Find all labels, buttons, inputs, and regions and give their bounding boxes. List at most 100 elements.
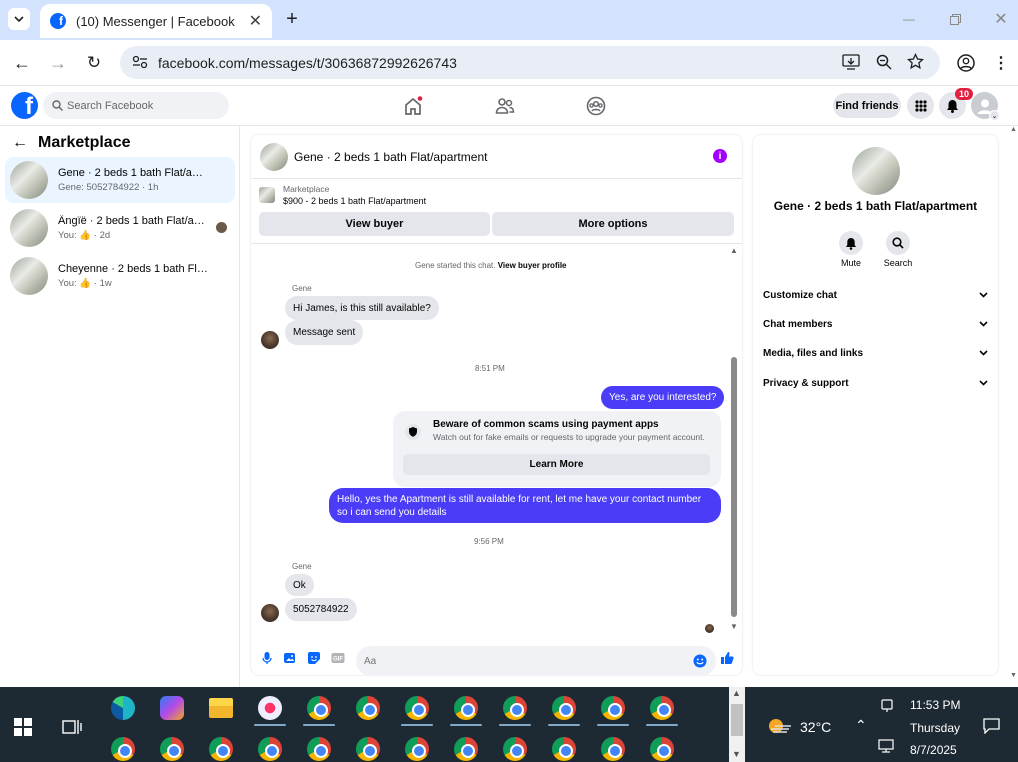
chrome-profile-icon[interactable] — [454, 696, 478, 720]
chrome-profile-icon[interactable] — [601, 696, 625, 720]
network-icon[interactable] — [878, 739, 894, 753]
clock-time[interactable]: 11:53 PM — [910, 698, 960, 712]
conversation-name: Gene · 2 beds 1 bath Flat/apartment — [58, 167, 208, 179]
search-conversation-button[interactable] — [886, 231, 910, 255]
scroll-up-arrow[interactable]: ▲ — [1010, 126, 1017, 133]
forward-button[interactable]: → — [48, 53, 68, 73]
scroll-down-arrow[interactable]: ▼ — [732, 749, 741, 759]
running-indicator — [499, 724, 531, 726]
notifications-button[interactable]: 10 — [939, 88, 974, 119]
conversation-item[interactable]: Gene · 2 beds 1 bath Flat/apartment Gene… — [5, 157, 235, 203]
microphone-icon[interactable] — [260, 651, 274, 665]
chrome-profile-icon[interactable] — [454, 737, 478, 761]
bookmark-star-icon[interactable] — [907, 53, 924, 70]
scroll-up-arrow[interactable]: ▲ — [730, 246, 738, 255]
customize-chat-section[interactable]: Customize chat — [763, 285, 988, 305]
scroll-up-arrow[interactable]: ▲ — [732, 688, 741, 698]
restore-button[interactable] — [946, 10, 964, 28]
weather-sun-icon[interactable] — [767, 717, 793, 735]
chat-title[interactable]: Gene · 2 beds 1 bath Flat/apartment — [294, 150, 487, 164]
friends-icon[interactable] — [495, 96, 515, 116]
facebook-logo-icon[interactable]: f — [11, 92, 38, 119]
sticker-icon[interactable] — [307, 651, 321, 665]
chrome-profile-icon[interactable] — [552, 737, 576, 761]
account-avatar-button[interactable]: ⌄ — [971, 92, 1000, 121]
minimize-button[interactable]: — — [900, 10, 918, 28]
chat-members-section[interactable]: Chat members — [763, 314, 988, 334]
sender-name: Gene — [292, 562, 312, 571]
media-files-links-section[interactable]: Media, files and links — [763, 343, 988, 363]
copilot-icon[interactable] — [160, 696, 184, 720]
chrome-icon[interactable] — [356, 696, 380, 720]
home-icon[interactable] — [403, 96, 423, 116]
install-app-icon[interactable] — [842, 54, 860, 70]
edge-icon[interactable] — [111, 696, 135, 720]
chrome-profile-icon[interactable] — [160, 737, 184, 761]
reload-button[interactable]: ↻ — [84, 53, 104, 73]
taskbar-scrollbar[interactable]: ▲ ▼ — [729, 687, 745, 762]
view-buyer-button[interactable]: View buyer — [259, 212, 490, 236]
scroll-thumb[interactable] — [731, 704, 743, 736]
site-settings-icon[interactable] — [132, 55, 148, 69]
chrome-profile-icon[interactable] — [209, 737, 233, 761]
learn-more-button[interactable]: Learn More — [403, 454, 710, 475]
mute-button[interactable] — [839, 231, 863, 255]
cast-icon[interactable] — [880, 699, 894, 713]
windows-start-icon[interactable] — [14, 718, 32, 736]
conversation-item[interactable]: Ängïë · 2 beds 1 bath Flat/apart... You:… — [5, 205, 235, 251]
find-friends-button[interactable]: Find friends — [833, 93, 901, 118]
chrome-profile-icon[interactable] — [307, 737, 331, 761]
chrome-profile-icon[interactable] — [650, 737, 674, 761]
browser-menu-button[interactable]: ⋮ — [992, 53, 1010, 73]
back-button[interactable]: ← — [12, 53, 32, 73]
info-icon[interactable]: i — [713, 149, 727, 163]
page-scrollbar[interactable]: ▲ ▼ — [1010, 126, 1018, 687]
scroll-down-arrow[interactable]: ▼ — [730, 622, 738, 631]
chrome-profile-icon[interactable] — [405, 696, 429, 720]
chat-scrollbar[interactable]: ▲ ▼ — [730, 244, 738, 634]
browser-tab[interactable]: f (10) Messenger | Facebook ✕ — [40, 4, 272, 38]
back-arrow-icon[interactable]: ← — [12, 134, 28, 152]
emoji-icon[interactable] — [693, 654, 707, 668]
more-options-button[interactable]: More options — [492, 212, 734, 236]
grid-icon — [914, 99, 927, 112]
profile-button[interactable] — [956, 53, 976, 73]
restore-icon — [949, 13, 961, 25]
url-bar[interactable]: facebook.com/messages/t/3063687299262674… — [120, 46, 940, 79]
groups-icon[interactable] — [586, 96, 606, 116]
chat-avatar[interactable] — [260, 142, 288, 171]
chrome-profile-icon[interactable] — [405, 737, 429, 761]
show-hidden-icons-chevron-icon[interactable]: ⌃ — [855, 717, 867, 734]
gif-icon[interactable]: GIF — [331, 651, 345, 665]
facebook-search-input[interactable]: Search Facebook — [43, 92, 229, 119]
system-tray: 32°C ⌃ 11:53 PM Thursday 8/7/2025 — [745, 687, 1018, 762]
close-tab-icon[interactable]: ✕ — [249, 11, 262, 31]
tab-search-button[interactable] — [8, 8, 30, 30]
scroll-thumb[interactable] — [731, 357, 737, 617]
conversation-item[interactable]: Cheyenne · 2 beds 1 bath Flat/apar... Yo… — [5, 253, 235, 299]
view-buyer-profile-link[interactable]: View buyer profile — [498, 261, 567, 270]
chrome-profile-icon[interactable] — [111, 737, 135, 761]
scroll-down-arrow[interactable]: ▼ — [1010, 672, 1017, 679]
photo-icon[interactable] — [283, 651, 297, 665]
new-tab-button[interactable]: + — [283, 8, 301, 30]
chrome-profile-icon[interactable] — [601, 737, 625, 761]
zoom-icon[interactable] — [876, 54, 892, 70]
message-input[interactable] — [356, 646, 716, 675]
chrome-profile-icon[interactable] — [258, 737, 282, 761]
privacy-support-section[interactable]: Privacy & support — [763, 373, 988, 393]
notification-center-icon[interactable] — [983, 718, 1000, 734]
task-view-icon[interactable] — [62, 718, 82, 736]
chrome-profile-icon[interactable] — [356, 737, 380, 761]
chrome-profile-icon[interactable] — [552, 696, 576, 720]
file-explorer-icon[interactable] — [209, 698, 233, 718]
close-window-button[interactable]: ✕ — [992, 10, 1010, 28]
thumbs-up-icon[interactable] — [720, 651, 734, 665]
chrome-profile-icon[interactable] — [307, 696, 331, 720]
snipping-tool-icon[interactable] — [258, 696, 282, 720]
chrome-profile-icon[interactable] — [650, 696, 674, 720]
listing-title[interactable]: $900 - 2 beds 1 bath Flat/apartment — [283, 196, 426, 206]
chrome-profile-icon[interactable] — [503, 696, 527, 720]
menu-grid-button[interactable] — [907, 92, 934, 119]
chrome-profile-icon[interactable] — [503, 737, 527, 761]
